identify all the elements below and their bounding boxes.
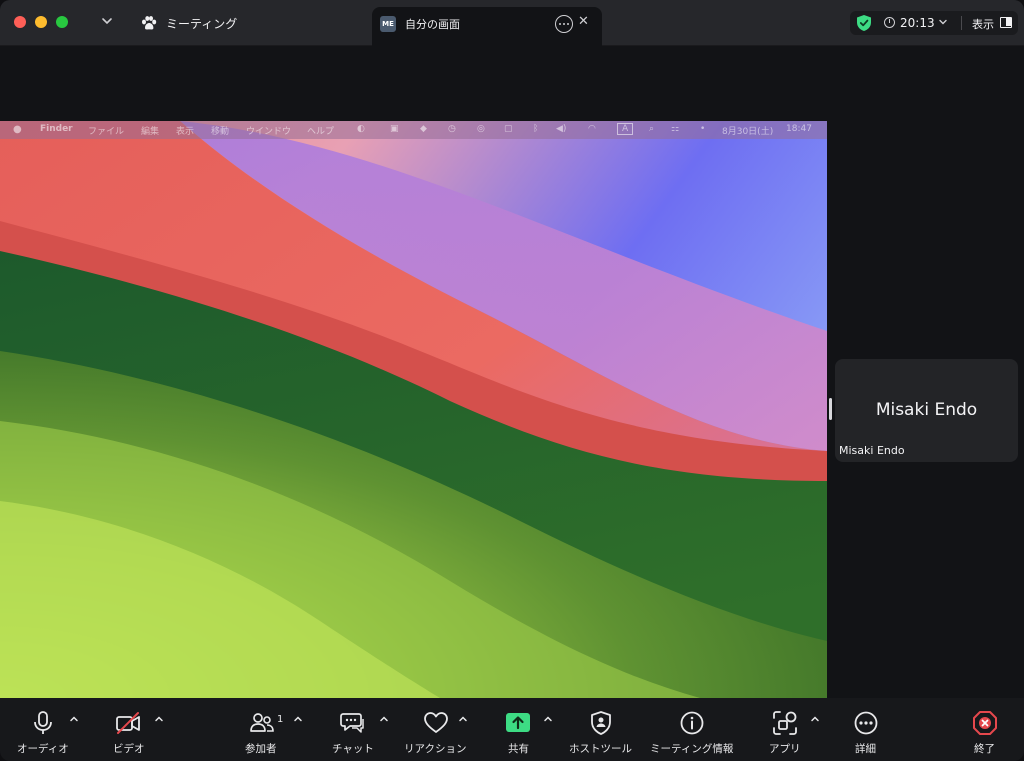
chat-options-caret[interactable] (379, 714, 389, 724)
video-options-caret[interactable] (154, 714, 164, 724)
audio-label: オーディオ (17, 743, 69, 755)
self-avatar: ME (380, 16, 396, 32)
participant-tile[interactable]: Misaki Endo Misaki Endo (835, 359, 1018, 462)
status-icon: ◆ (420, 124, 427, 134)
status-icon: ▢ (504, 124, 513, 134)
wallpaper (0, 121, 827, 698)
heart-icon (424, 712, 448, 733)
title-bar: ミーティング ME 自分の画面 ✕ 20:13 表示 (0, 0, 1024, 46)
reactions-options-caret[interactable] (458, 714, 468, 724)
divider (961, 16, 962, 30)
siri-icon: • (700, 124, 706, 134)
chat-label: チャット (332, 743, 374, 755)
end-meeting-button[interactable]: 終了 (966, 698, 1006, 761)
share-options-caret[interactable] (543, 714, 553, 724)
close-window-button[interactable] (14, 16, 26, 28)
menubar-item: 移動 (211, 127, 230, 137)
end-meeting-icon (973, 711, 997, 735)
share-screen-button[interactable]: 共有 (498, 698, 538, 761)
control-center-icon: ⚏ (671, 124, 680, 134)
video-button[interactable]: ビデオ (100, 698, 160, 761)
menubar-item: ウインドウ (246, 127, 292, 137)
apple-icon: ● (13, 124, 22, 135)
participants-label: 参加者 (245, 743, 277, 755)
more-dots-icon (854, 711, 878, 735)
bluetooth-icon: ᛒ (533, 124, 539, 134)
status-icon: ▣ (390, 124, 399, 134)
time-machine-icon: ◷ (448, 124, 456, 134)
menubar-item: ヘルプ (307, 127, 335, 137)
more-label: 詳細 (855, 743, 876, 755)
input-source-indicator: A (617, 123, 634, 135)
minimize-window-button[interactable] (35, 16, 47, 28)
layout-icon[interactable] (1000, 17, 1012, 28)
participants-count: 1 (277, 714, 284, 725)
shared-screen: ● Finder ファイル 編集 表示 移動 ウインドウ ヘルプ ◐ ▣ ◆ ◷… (0, 121, 827, 698)
microphone-icon (34, 711, 52, 734)
zoom-meeting-window: ミーティング ME 自分の画面 ✕ 20:13 表示 ● Finder ファイル… (0, 0, 1024, 761)
end-label: 終了 (974, 743, 995, 755)
apps-label: アプリ (769, 743, 801, 755)
meeting-info-button[interactable]: ミーティング情報 (646, 698, 736, 761)
share-label: 共有 (508, 743, 529, 755)
participants-button[interactable]: 1 参加者 (240, 698, 290, 761)
apps-button[interactable]: アプリ (762, 698, 806, 761)
shield-icon (591, 711, 611, 735)
host-tools-button[interactable]: ホストツール (566, 698, 636, 761)
share-screen-icon (506, 713, 530, 732)
tab-my-screen-label: 自分の画面 (405, 18, 460, 31)
status-icon: ◎ (477, 124, 485, 134)
menubar-item: ファイル (88, 127, 125, 137)
apps-icon (773, 711, 797, 735)
video-off-icon (116, 712, 140, 734)
tab-meeting[interactable]: ミーティング (140, 10, 237, 36)
menubar-item: 表示 (176, 127, 195, 137)
tab-my-screen[interactable]: ME 自分の画面 ✕ (372, 7, 602, 46)
view-button[interactable]: 表示 (972, 16, 994, 32)
more-options-icon[interactable] (555, 15, 573, 33)
menubar-date: 8月30日(土) (722, 127, 774, 137)
reactions-button[interactable]: リアクション (400, 698, 470, 761)
chat-button[interactable]: チャット (326, 698, 380, 761)
audio-options-caret[interactable] (69, 714, 79, 724)
reactions-label: リアクション (404, 743, 467, 755)
chevron-down-icon[interactable] (100, 14, 114, 28)
participants-options-caret[interactable] (293, 714, 303, 724)
resize-handle[interactable] (829, 398, 832, 420)
tab-meeting-label: ミーティング (166, 16, 238, 31)
volume-icon: ◀︎) (556, 124, 567, 134)
wifi-icon: ◠ (588, 124, 596, 134)
chevron-down-icon[interactable] (938, 17, 948, 27)
close-tab-icon[interactable]: ✕ (578, 14, 589, 29)
clock-icon (884, 17, 895, 28)
menubar-app-name: Finder (40, 124, 73, 134)
participant-display-name: Misaki Endo (875, 400, 978, 420)
zoom-window-button[interactable] (56, 16, 68, 28)
menubar-time: 18:47 (786, 124, 812, 134)
meeting-toolbar: オーディオ ビデオ 1 参加者 チャット リアクション 共有 ホストツール ミー… (0, 698, 1024, 761)
spotlight-icon: ⌕ (649, 124, 655, 134)
host-tools-label: ホストツール (569, 743, 632, 755)
apps-options-caret[interactable] (810, 714, 820, 724)
paw-icon (142, 16, 157, 30)
participants-icon (250, 713, 274, 732)
mac-menu-bar: ● Finder ファイル 編集 表示 移動 ウインドウ ヘルプ ◐ ▣ ◆ ◷… (0, 121, 827, 139)
chat-icon (340, 713, 364, 733)
participant-name-label: Misaki Endo (839, 444, 905, 457)
audio-button[interactable]: オーディオ (0, 698, 90, 761)
meeting-timer[interactable]: 20:13 (900, 16, 935, 30)
menubar-item: 編集 (141, 127, 160, 137)
video-label: ビデオ (113, 743, 145, 755)
encryption-shield-icon[interactable] (856, 14, 872, 32)
info-icon (680, 711, 704, 735)
meeting-status-bar: 20:13 表示 (850, 11, 1018, 35)
more-button[interactable]: 詳細 (846, 698, 886, 761)
meeting-info-label: ミーティング情報 (650, 743, 734, 755)
status-icon: ◐ (357, 124, 365, 134)
